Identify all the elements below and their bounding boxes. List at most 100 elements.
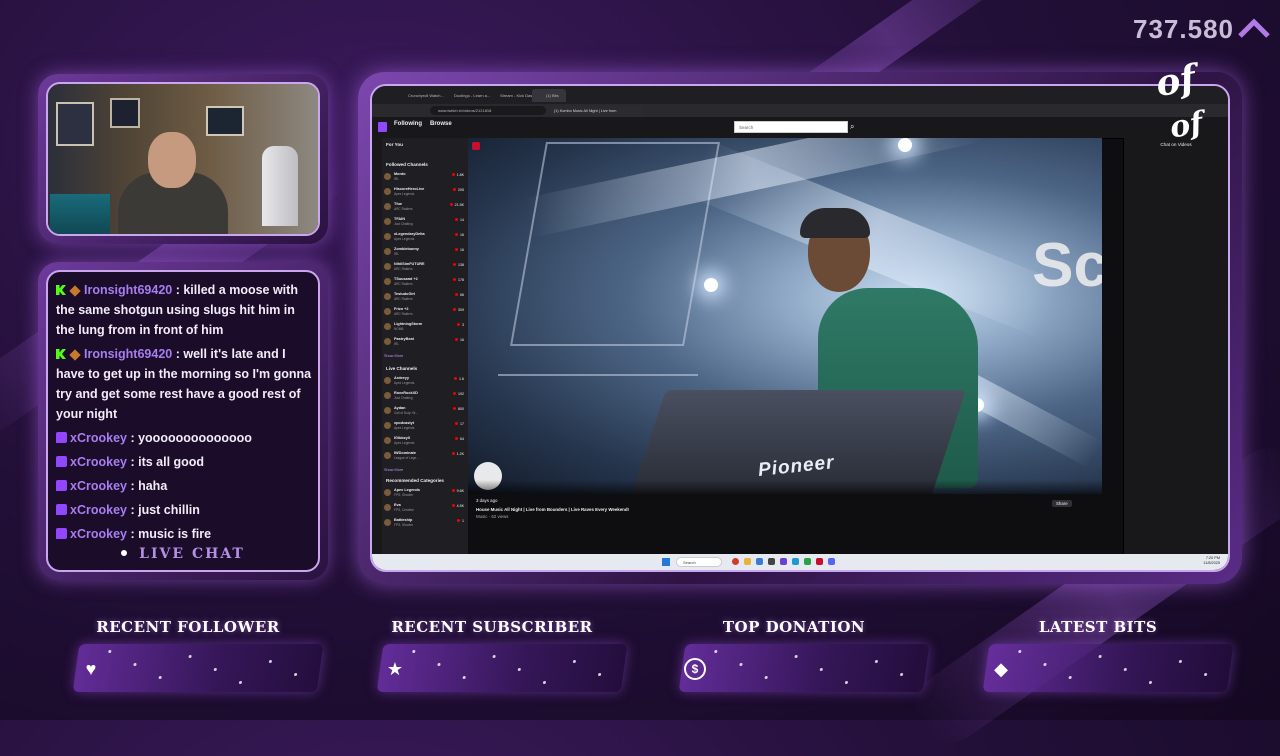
twitch-chat-column: Chat on Videos [1123,138,1228,554]
folder-taskbar-icon[interactable] [744,558,751,565]
chat-username[interactable]: xCrookey [70,503,127,517]
app-taskbar-icon[interactable] [780,558,787,565]
clock-date: 11/8/2025 [1203,561,1220,565]
taskbar-search[interactable]: Search [676,557,722,567]
browser-tab[interactable]: (1) Bits [532,89,566,102]
channel-game: FPS, Shooter [394,523,414,527]
sparkle [597,673,602,676]
sparkle [1123,668,1127,671]
sparkle [1068,676,1072,679]
sparkle [764,676,768,679]
chat-username[interactable]: Ironsight69420 [84,283,172,297]
app-taskbar-icon[interactable] [768,558,775,565]
sidebar-channel[interactable]: TSousand +2 ARC Raiders 178 [384,277,466,287]
widget-bar [72,644,324,692]
app-taskbar-icon[interactable] [816,558,823,565]
sidebar-channel[interactable]: LightningStorm NOMB 3 [384,322,466,332]
twitch-icon [56,456,67,467]
search-icon[interactable]: ⌕ [850,121,860,133]
chat-message: xCrookey : just chillin [56,500,312,520]
chat-separator: : [172,347,184,361]
sidebar-channel[interactable]: PastryBeat IRL 16 [384,337,466,347]
channel-game: Apex Legends [394,237,415,241]
sidebar-channel[interactable]: TestudoGirl ARC Raiders 66 [384,292,466,302]
chat-username[interactable]: xCrookey [70,431,127,445]
channel-name: Apex Legends [394,488,420,492]
sidebar-channel[interactable]: Frizo +2 ARC Raiders 309 [384,307,466,317]
nav-browse[interactable]: Browse [430,121,452,127]
sidebar-channel[interactable]: Apex Legends FPS, Shooter 9.6K [384,488,466,498]
stage-sign: Sc [1032,231,1102,300]
sidebar-channel[interactable]: RoxxRockXD Just Chatting 192 [384,391,466,401]
sidebar-channel[interactable]: Aydan Call of Duty: W... 800 [384,406,466,416]
sidebar-channel[interactable]: Tfue ARC Raiders 21.5K [384,202,466,212]
dollar-icon: $ [684,658,706,680]
avatar [384,338,391,345]
twitch-logo-icon[interactable] [378,122,387,132]
gem-icon [69,285,81,297]
app-taskbar-icon[interactable] [804,558,811,565]
chevron-up-icon [1238,18,1270,38]
avatar [384,293,391,300]
browser-tab-strip: Crunchyroll Watch... Duolingo - Learn a.… [372,86,1228,104]
sidebar-channel[interactable]: HiscoreHeroLive Apex Legends 205 [384,187,466,197]
chat-username[interactable]: xCrookey [70,527,127,541]
viewer-count: 1.8K [452,173,464,177]
sparkle [572,660,577,663]
sparkle [874,660,879,663]
app-taskbar-icon[interactable] [792,558,799,565]
channel-game: ARC Raiders [394,207,413,211]
avatar [384,437,391,444]
nav-following[interactable]: Following [394,121,422,127]
chat-username[interactable]: xCrookey [70,479,127,493]
chat-text: its all good [138,455,205,469]
twitch-top-nav: Following Browse Search ⌕ [372,117,1228,139]
player-controls[interactable] [468,480,1102,494]
windows-start-icon[interactable] [662,558,670,566]
sparkle [542,681,547,684]
video-player[interactable]: Sc Pioneer [468,138,1102,494]
sidebar-channel[interactable]: Eva FPS, Creative 4.5K [384,503,466,513]
channel-game: Apex Legends [394,192,415,196]
sidebar-channel[interactable]: Ardeeyy Apex Legends 1.6 [384,376,466,386]
avatar [384,422,391,429]
sidebar-channel[interactable]: IGibbzyX Apex Legends 64 [384,436,466,446]
chat-username[interactable]: xCrookey [70,455,127,469]
sidebar-channel[interactable]: TFAIN Just Chatting 14 [384,217,466,227]
sidebar-channel[interactable]: Zombiebunny IRL 16 [384,247,466,257]
sparkle [844,681,849,684]
viewer-count: 14 [455,218,464,222]
followed-heading: Followed Channels [386,162,428,167]
show-more-link[interactable]: Show More [384,468,403,472]
sparkle [158,676,162,679]
sidebar-channel[interactable]: Battleship FPS, Shooter 1 [384,518,466,528]
heart-icon: ♥ [85,659,97,679]
kick-icon [56,349,66,359]
widget-title: RECENT SUBSCRIBER [391,618,593,636]
browser-taskbar-icon[interactable] [732,558,739,565]
channel-game: Apex Legends [394,441,415,445]
chat-username[interactable]: Ironsight69420 [84,347,172,361]
viewer-count: 17 [455,422,464,426]
search-input[interactable]: Search [734,121,848,133]
viewer-count: 178 [453,278,464,282]
show-more-link[interactable]: Show More [384,354,403,358]
viewer-count: 138 [453,263,464,267]
windows-taskbar: Search 7:20 PM 11/8/2025 [372,554,1228,570]
url-input[interactable]: www.twitch.tv/videos/2121818 [430,106,546,115]
avatar [384,248,391,255]
sidebar-channel[interactable]: xpodcastyt Apex Legends 17 [384,421,466,431]
share-button[interactable]: Share [1052,500,1072,507]
chat-panel-frame: Ironsight69420 : killed a moose with the… [38,262,328,580]
app-taskbar-icon[interactable] [828,558,835,565]
webcam-frame [38,74,328,244]
chat-separator: : [126,479,139,493]
app-taskbar-icon[interactable] [756,558,763,565]
sidebar-channel[interactable]: Mordo IRL 1.8K [384,172,466,182]
avatar [384,218,391,225]
sidebar-channel[interactable]: xLegendaryDelta Apex Legends 16 [384,232,466,242]
sidebar-channel[interactable]: NihilSimFUTURE ARC Raiders 138 [384,262,466,272]
sidebar-channel[interactable]: IWDominate League of Lege... 1.2K [384,451,466,461]
avatar [384,519,391,526]
channel-game: ARC Raiders [394,282,413,286]
